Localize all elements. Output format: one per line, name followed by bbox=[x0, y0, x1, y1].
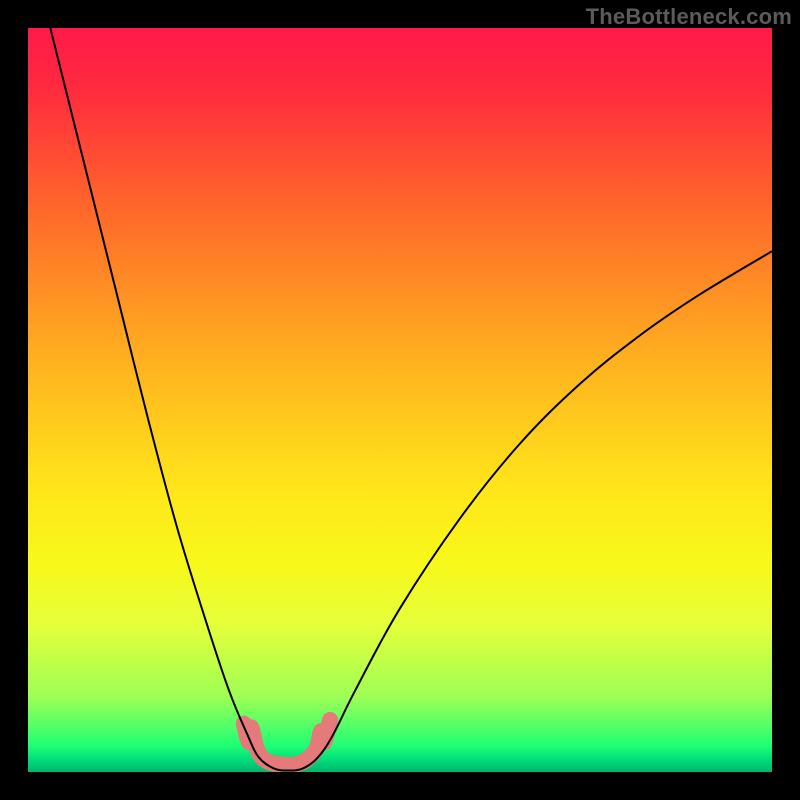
chart-frame: TheBottleneck.com bbox=[0, 0, 800, 800]
plot-area bbox=[28, 28, 772, 772]
watermark-text: TheBottleneck.com bbox=[586, 4, 792, 30]
gradient-background bbox=[28, 28, 772, 772]
plot-svg bbox=[28, 28, 772, 772]
